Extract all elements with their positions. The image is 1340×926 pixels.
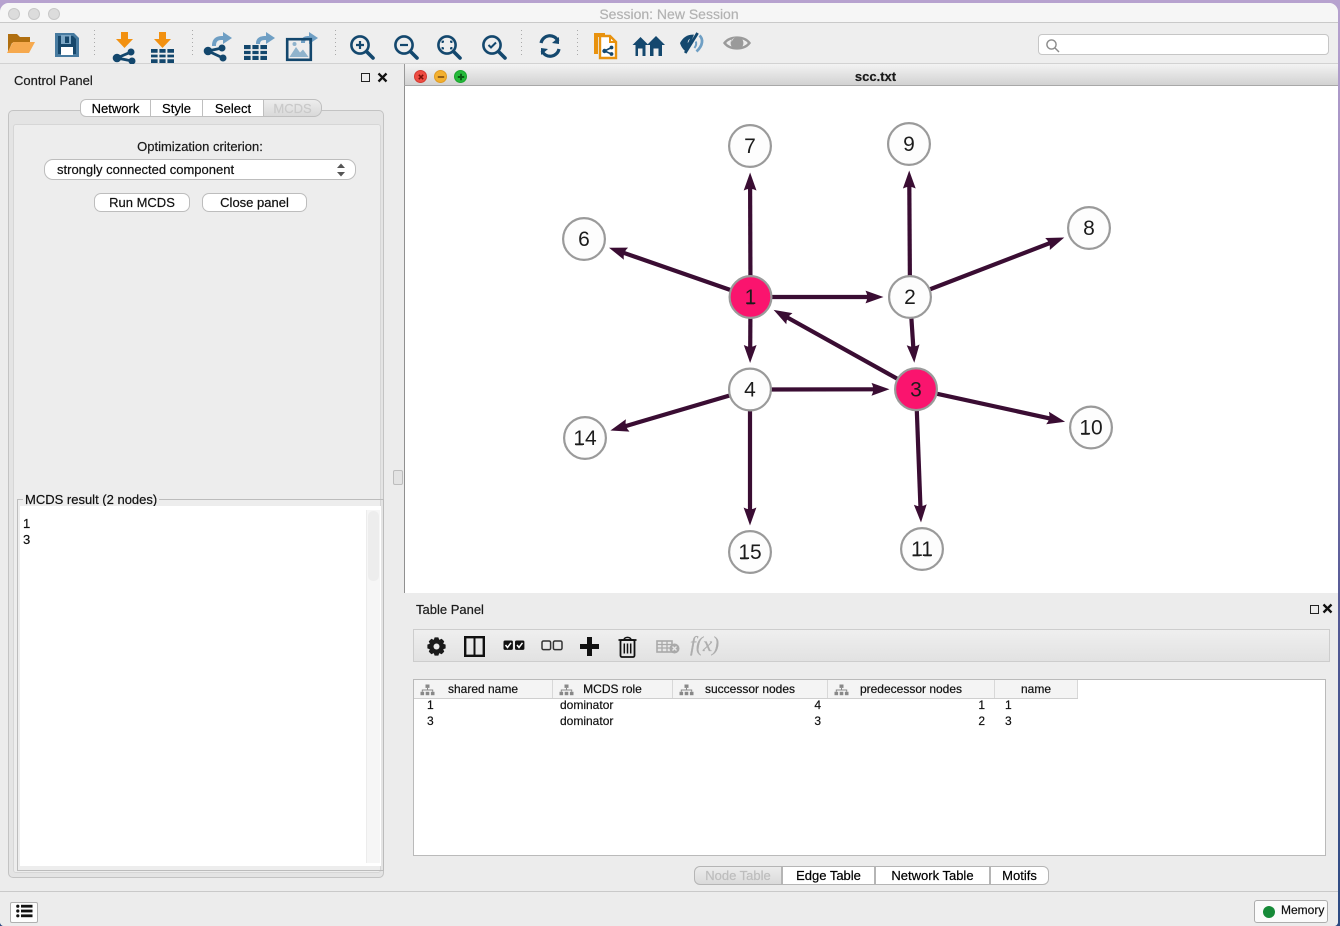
svg-text:9: 9	[903, 133, 915, 156]
svg-text:1: 1	[745, 286, 757, 309]
svg-text:4: 4	[744, 379, 756, 402]
svg-text:11: 11	[911, 538, 933, 561]
svg-text:3: 3	[910, 378, 922, 401]
svg-text:6: 6	[578, 228, 590, 251]
svg-text:10: 10	[1079, 417, 1102, 440]
svg-text:7: 7	[744, 135, 756, 158]
svg-text:14: 14	[573, 427, 597, 450]
svg-text:15: 15	[738, 541, 761, 564]
svg-text:2: 2	[904, 286, 916, 309]
svg-text:8: 8	[1083, 217, 1095, 240]
